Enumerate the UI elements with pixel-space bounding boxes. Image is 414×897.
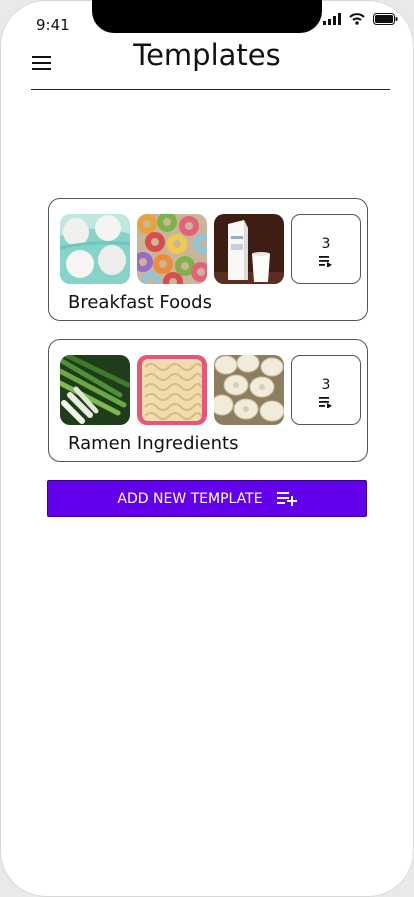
thumbnail-row <box>60 355 284 425</box>
eggs-thumbnail <box>60 214 130 284</box>
cereal-thumbnail <box>137 214 207 284</box>
playlist-play-icon <box>319 256 332 267</box>
item-count-button[interactable]: 3 <box>291 355 361 425</box>
ramen-noodles-thumbnail <box>137 355 207 425</box>
header-divider <box>31 89 390 90</box>
page-title: Templates <box>133 38 281 72</box>
status-time: 9:41 <box>36 16 70 34</box>
thumbnail-row <box>60 214 284 284</box>
wifi-icon <box>349 13 365 25</box>
playlist-add-icon <box>276 491 297 506</box>
green-onions-thumbnail <box>60 355 130 425</box>
milk-thumbnail <box>214 214 284 284</box>
item-count: 3 <box>321 377 331 393</box>
mushrooms-thumbnail <box>214 355 284 425</box>
item-count: 3 <box>321 236 331 252</box>
status-icons <box>323 13 398 25</box>
template-name: Ramen Ingredients <box>68 433 239 454</box>
template-card-breakfast-foods[interactable]: 3 Breakfast Foods <box>48 198 368 321</box>
item-count-button[interactable]: 3 <box>291 214 361 284</box>
template-card-ramen-ingredients[interactable]: 3 Ramen Ingredients <box>48 339 368 462</box>
signal-icon <box>323 13 341 25</box>
playlist-play-icon <box>319 397 332 408</box>
add-new-template-button[interactable]: ADD NEW TEMPLATE <box>47 480 367 517</box>
notch <box>92 0 322 33</box>
phone-screen: 9:41 Templates 3 Breakfast Foods 3 Ramen… <box>0 0 414 897</box>
add-new-template-label: ADD NEW TEMPLATE <box>117 490 263 507</box>
template-name: Breakfast Foods <box>68 292 212 313</box>
battery-icon <box>373 13 398 25</box>
